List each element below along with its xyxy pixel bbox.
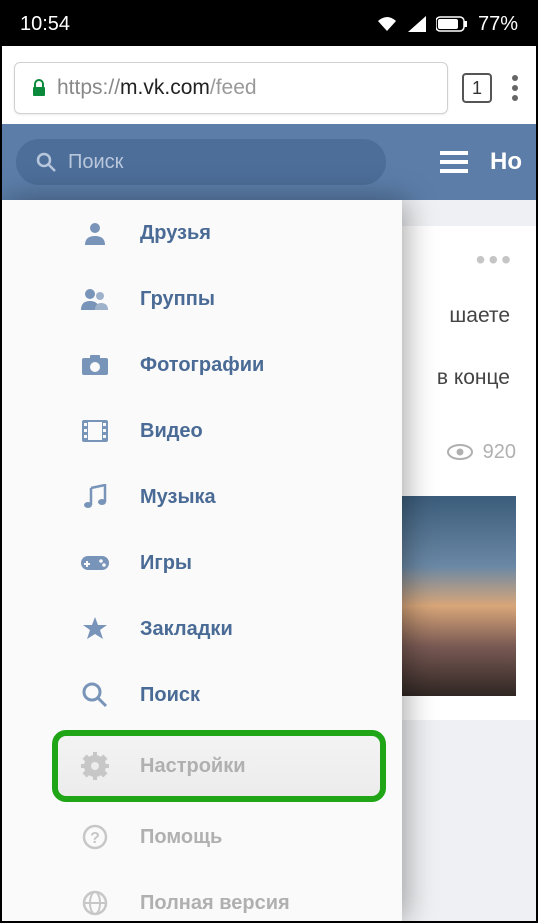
sidebar-item-label: Помощь <box>140 826 222 849</box>
battery-icon <box>436 16 468 32</box>
browser-chrome: https://m.vk.com/feed 1 <box>2 46 536 124</box>
url-text: https://m.vk.com/feed <box>57 76 257 100</box>
search-icon <box>36 152 56 172</box>
sidebar-item-label: Видео <box>140 420 203 443</box>
view-count: 920 <box>483 430 516 474</box>
sidebar-item-label: Группы <box>140 288 215 311</box>
sidebar-drawer: Друзья Группы Фотографии Видео Музыка <box>2 200 402 921</box>
sidebar-item-label: Музыка <box>140 486 216 509</box>
lock-icon <box>31 79 47 97</box>
groups-icon <box>80 287 110 311</box>
sidebar-item-help[interactable]: ? Помощь <box>2 804 402 870</box>
sidebar-item-full-version[interactable]: Полная версия <box>2 870 402 921</box>
cell-signal-icon <box>408 16 426 32</box>
vk-header: Поиск Но <box>2 124 536 200</box>
sidebar-item-friends[interactable]: Друзья <box>2 200 402 266</box>
android-statusbar: 10:54 77% <box>2 2 536 46</box>
sidebar-item-bookmarks[interactable]: Закладки <box>2 596 402 662</box>
sidebar-item-search[interactable]: Поиск <box>2 662 402 728</box>
page-title: Но <box>490 148 522 176</box>
film-icon <box>80 420 110 442</box>
sidebar-item-video[interactable]: Видео <box>2 398 402 464</box>
sidebar-item-label: Игры <box>140 552 192 575</box>
status-right: 77% <box>376 13 518 36</box>
sidebar-item-groups[interactable]: Группы <box>2 266 402 332</box>
help-icon: ? <box>80 824 110 850</box>
browser-menu-icon[interactable] <box>506 75 524 101</box>
globe-icon <box>80 890 110 916</box>
eye-icon <box>447 444 473 460</box>
search-input[interactable]: Поиск <box>16 139 386 185</box>
hamburger-icon[interactable] <box>420 151 474 173</box>
status-battery-pct: 77% <box>478 13 518 36</box>
search-icon <box>80 682 110 708</box>
status-time: 10:54 <box>20 13 70 36</box>
wifi-icon <box>376 16 398 32</box>
search-placeholder: Поиск <box>68 151 123 174</box>
svg-text:?: ? <box>90 830 100 847</box>
sidebar-item-music[interactable]: Музыка <box>2 464 402 530</box>
sidebar-item-settings[interactable]: Настройки <box>52 730 386 802</box>
friend-icon <box>80 220 110 246</box>
sidebar-item-label: Друзья <box>140 222 211 245</box>
star-icon <box>80 616 110 642</box>
sidebar-item-label: Закладки <box>140 618 233 641</box>
tab-counter[interactable]: 1 <box>462 73 492 103</box>
sidebar-item-games[interactable]: Игры <box>2 530 402 596</box>
address-bar[interactable]: https://m.vk.com/feed <box>14 62 448 114</box>
sidebar-item-photos[interactable]: Фотографии <box>2 332 402 398</box>
sidebar-item-label: Фотографии <box>140 354 264 377</box>
card-menu-icon[interactable]: ••• <box>476 238 514 282</box>
sidebar-item-label: Поиск <box>140 684 200 707</box>
camera-icon <box>80 354 110 376</box>
sidebar-item-label: Настройки <box>140 755 246 778</box>
music-icon <box>80 484 110 510</box>
sidebar-item-label: Полная версия <box>140 892 290 915</box>
gamepad-icon <box>80 553 110 573</box>
gear-icon <box>80 752 110 780</box>
